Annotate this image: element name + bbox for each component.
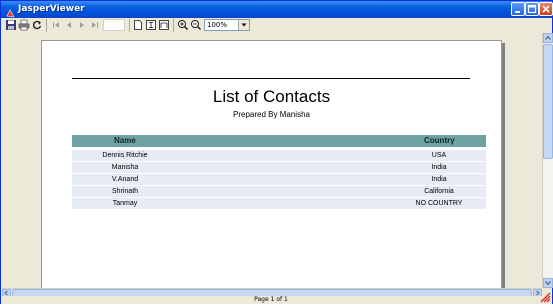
chevron-down-icon[interactable] [238,20,249,30]
scroll-up-button[interactable] [543,33,553,43]
table-row: Manisha India [72,162,486,173]
toolbar-separator [46,19,47,32]
reload-icon [33,20,42,30]
cell-name: Dennis Ritchie [102,152,148,159]
cell-name: Shrinath [111,188,139,195]
save-icon [6,20,16,30]
window-title: JasperViewer [18,4,85,14]
last-page-button[interactable] [89,19,101,31]
minimize-button[interactable] [511,2,525,16]
page-indicator: Page 1 of 1 [254,296,288,303]
cell-country: USA [431,152,447,159]
close-button[interactable] [539,2,553,16]
chevron-down-icon [545,281,551,286]
cell-country: NO COUNTRY [415,200,463,207]
zoom-value: 100% [207,21,228,29]
table-row: V.Anand India [72,174,486,185]
table-header: Name Country [72,135,486,147]
vertical-scroll-thumb[interactable] [543,44,553,159]
report-title: List of Contacts [212,87,331,106]
toolbar-separator [129,19,130,32]
fit-page-icon [146,20,156,30]
report-page: List of Contacts Prepared By Manisha Nam… [41,40,502,288]
cell-name: Manisha [111,164,139,171]
first-page-icon [53,22,59,28]
report-subtitle: Prepared By Manisha [233,110,310,119]
toolbar: 100% [1,18,552,33]
toolbar-separator [173,19,174,32]
zoom-in-button[interactable] [177,19,189,31]
resize-grip-icon[interactable] [539,287,552,304]
jasper-logo-icon [5,4,16,18]
vertical-scrollbar[interactable] [542,33,553,288]
print-icon [18,19,30,31]
status-bar: Page 1 of 1 [1,296,552,304]
title-bar[interactable]: JasperViewer [1,1,553,18]
previous-page-icon [67,22,71,28]
zoom-select[interactable]: 100% [204,19,250,31]
maximize-button[interactable] [525,2,539,16]
jasper-viewer-window: JasperViewer 100% List of Contacts Prepa… [0,0,553,304]
zoom-out-button[interactable] [190,19,202,31]
cell-name: V.Anand [111,176,139,183]
cell-country: India [431,176,447,183]
table-row: Shrinath California [72,186,486,197]
fit-page-button[interactable] [145,19,157,31]
column-header-name: Name [114,136,136,145]
cell-country: California [424,188,454,195]
previous-page-button[interactable] [63,19,75,31]
table-row: Tanmay NO COUNTRY [72,198,486,209]
cell-name: Tanmay [112,200,138,207]
next-page-icon [80,22,84,28]
save-button[interactable] [5,19,17,31]
print-button[interactable] [18,19,30,31]
fit-width-icon [159,20,169,30]
actual-size-button[interactable] [132,19,144,31]
chevron-up-icon [545,35,551,40]
zoom-in-icon [178,20,188,30]
next-page-button[interactable] [76,19,88,31]
page-number-input[interactable] [103,19,125,31]
zoom-out-icon [191,20,201,30]
first-page-button[interactable] [50,19,62,31]
header-rule [72,78,470,79]
reload-button[interactable] [31,19,43,31]
report-viewport: List of Contacts Prepared By Manisha Nam… [2,33,542,288]
last-page-icon [92,22,98,28]
table-row: Dennis Ritchie USA [72,150,486,161]
column-header-country: Country [424,136,455,145]
fit-width-button[interactable] [158,19,170,31]
actual-size-icon [134,20,142,30]
cell-country: India [431,164,447,171]
